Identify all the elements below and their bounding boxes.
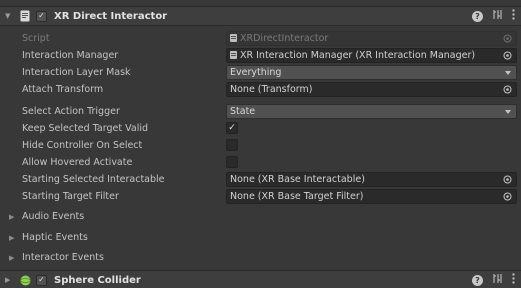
foldout-interactor-events[interactable]: ▶ Interactor Events <box>0 249 521 267</box>
foldout-audio-events[interactable]: ▶ Audio Events <box>0 208 521 226</box>
object-picker-icon[interactable] <box>502 50 513 61</box>
component-enabled-checkbox[interactable]: ✓ <box>36 10 47 22</box>
foldout-collapsed-icon[interactable]: ▶ <box>5 276 15 284</box>
foldout-label: Audio Events <box>22 211 85 222</box>
hide-controller-on-select-checkbox[interactable] <box>226 139 238 151</box>
foldout-expanded-icon[interactable]: ▼ <box>5 12 15 20</box>
keep-selected-target-valid-label: Keep Selected Target Valid <box>22 123 149 134</box>
script-label: Script <box>22 33 50 44</box>
preset-icon[interactable] <box>492 273 503 287</box>
interaction-layer-mask-dropdown[interactable]: Everything <box>226 65 517 80</box>
allow-hovered-activate-row: Allow Hovered Activate <box>0 155 521 171</box>
script-icon <box>19 10 31 22</box>
allow-hovered-activate-label: Allow Hovered Activate <box>22 157 133 168</box>
attach-transform-value: None (Transform) <box>230 84 313 95</box>
script-file-icon <box>230 34 237 42</box>
starting-selected-interactable-row: Starting Selected Interactable None (XR … <box>0 172 521 188</box>
help-icon[interactable]: ? <box>472 10 483 22</box>
object-picker-icon <box>502 33 513 44</box>
interaction-layer-mask-value: Everything <box>230 67 282 78</box>
starting-target-filter-field[interactable]: None (XR Base Target Filter) <box>226 189 517 204</box>
select-action-trigger-label: Select Action Trigger <box>22 106 120 117</box>
foldout-label: Interactor Events <box>22 252 104 263</box>
keep-selected-target-valid-row: Keep Selected Target Valid ✓ <box>0 121 521 137</box>
foldout-collapsed-icon: ▶ <box>9 234 15 242</box>
help-icon[interactable]: ? <box>472 274 483 286</box>
foldout-collapsed-icon: ▶ <box>9 213 15 221</box>
dropdown-arrow-icon <box>505 110 511 114</box>
component-header-xr-direct-interactor[interactable]: ▼ ✓ XR Direct Interactor ? <box>0 6 521 26</box>
dropdown-arrow-icon <box>505 71 511 75</box>
attach-transform-field[interactable]: None (Transform) <box>226 82 517 97</box>
starting-selected-interactable-label: Starting Selected Interactable <box>22 174 165 185</box>
component-enabled-checkbox[interactable]: ✓ <box>36 274 47 286</box>
select-action-trigger-value: State <box>230 106 256 117</box>
script-value: XRDirectInteractor <box>240 33 329 44</box>
hide-controller-on-select-label: Hide Controller On Select <box>22 140 143 151</box>
component-title: Sphere Collider <box>54 274 141 286</box>
preset-icon[interactable] <box>492 9 503 23</box>
script-file-icon <box>230 51 237 59</box>
object-picker-icon[interactable] <box>502 84 513 95</box>
object-picker-icon[interactable] <box>502 191 513 202</box>
interaction-manager-value: XR Interaction Manager (XR Interaction M… <box>240 50 476 61</box>
attach-transform-label: Attach Transform <box>22 84 104 95</box>
script-field: XRDirectInteractor <box>226 31 517 46</box>
interaction-manager-row: Interaction Manager XR Interaction Manag… <box>0 48 521 64</box>
foldout-label: Haptic Events <box>22 232 88 243</box>
foldout-haptic-events[interactable]: ▶ Haptic Events <box>0 229 521 247</box>
kebab-menu-icon[interactable] <box>512 9 515 23</box>
allow-hovered-activate-checkbox[interactable] <box>226 156 238 168</box>
interaction-manager-field[interactable]: XR Interaction Manager (XR Interaction M… <box>226 48 517 63</box>
starting-selected-interactable-value: None (XR Base Interactable) <box>230 174 365 185</box>
starting-target-filter-row: Starting Target Filter None (XR Base Tar… <box>0 189 521 205</box>
attach-transform-row: Attach Transform None (Transform) <box>0 82 521 98</box>
object-picker-icon[interactable] <box>502 174 513 185</box>
interaction-layer-mask-label: Interaction Layer Mask <box>22 67 131 78</box>
sphere-collider-icon <box>19 274 31 286</box>
kebab-menu-icon[interactable] <box>512 273 515 287</box>
select-action-trigger-dropdown[interactable]: State <box>226 104 517 119</box>
interaction-layer-mask-row: Interaction Layer Mask Everything <box>0 65 521 81</box>
foldout-collapsed-icon: ▶ <box>9 254 15 262</box>
component-header-sphere-collider[interactable]: ▶ ✓ Sphere Collider ? <box>0 270 521 288</box>
interaction-manager-label: Interaction Manager <box>22 50 119 61</box>
starting-target-filter-label: Starting Target Filter <box>22 191 119 202</box>
select-action-trigger-row: Select Action Trigger State <box>0 104 521 120</box>
keep-selected-target-valid-checkbox[interactable]: ✓ <box>226 122 238 134</box>
starting-target-filter-value: None (XR Base Target Filter) <box>230 191 364 202</box>
component-title: XR Direct Interactor <box>54 10 168 22</box>
hide-controller-on-select-row: Hide Controller On Select <box>0 138 521 154</box>
starting-selected-interactable-field[interactable]: None (XR Base Interactable) <box>226 172 517 187</box>
script-row: Script XRDirectInteractor <box>0 31 521 47</box>
